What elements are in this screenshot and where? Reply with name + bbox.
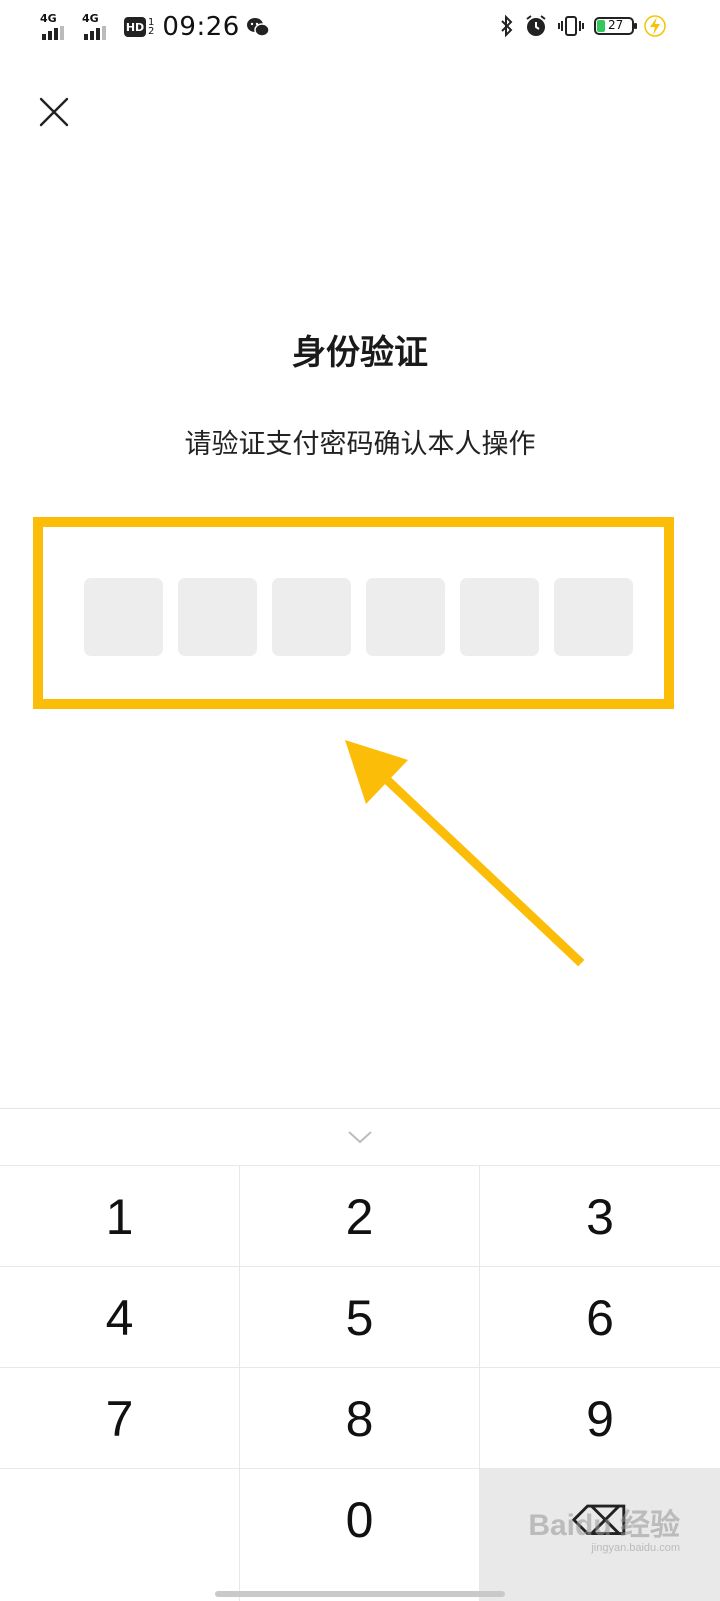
- status-time: 09:26: [162, 12, 240, 42]
- watermark-text: Baidu 经验: [528, 1509, 680, 1542]
- page-title: 身份验证: [292, 333, 428, 373]
- signal-2-icon: 4G: [82, 12, 118, 42]
- battery-level: 27: [608, 18, 624, 32]
- battery-icon: 27: [594, 17, 637, 35]
- pin-cell[interactable]: [366, 578, 445, 656]
- wechat-icon: [246, 18, 270, 37]
- pin-cell[interactable]: [84, 578, 163, 656]
- lightning-icon: [644, 15, 666, 37]
- key-0[interactable]: 0: [240, 1468, 480, 1601]
- annotation-arrow-icon: [345, 740, 585, 967]
- key-7[interactable]: 7: [0, 1367, 240, 1468]
- network-type-1: 4G: [40, 12, 57, 25]
- battery-fill: [597, 20, 605, 32]
- watermark-logo: Baidu 经验 jingyan.baidu.com: [528, 1500, 680, 1554]
- key-6[interactable]: 6: [480, 1266, 720, 1367]
- close-button[interactable]: [36, 94, 72, 130]
- bluetooth-icon: [501, 14, 513, 38]
- collapse-keypad-button[interactable]: [0, 1109, 720, 1165]
- hd-voice-icon: HD: [124, 17, 146, 37]
- page-subtitle: 请验证支付密码确认本人操作: [184, 429, 536, 460]
- status-left: 4G 4G HD 1 2 09:26: [40, 12, 270, 42]
- network-type-2: 4G: [82, 12, 99, 25]
- watermark-sub: jingyan.baidu.com: [591, 1542, 680, 1554]
- pin-cell[interactable]: [178, 578, 257, 656]
- status-right: 27: [500, 14, 666, 38]
- home-indicator[interactable]: [215, 1591, 505, 1597]
- key-empty: [0, 1468, 240, 1601]
- key-9[interactable]: 9: [480, 1367, 720, 1468]
- vibrate-icon: [558, 16, 584, 36]
- key-4[interactable]: 4: [0, 1266, 240, 1367]
- signal-1-icon: 4G: [40, 12, 76, 42]
- key-3[interactable]: 3: [480, 1165, 720, 1266]
- key-5[interactable]: 5: [240, 1266, 480, 1367]
- close-icon: [39, 97, 69, 127]
- hd-sim-indicator: 1 2: [148, 18, 155, 37]
- key-1[interactable]: 1: [0, 1165, 240, 1266]
- pin-cell[interactable]: [554, 578, 633, 656]
- pin-cell[interactable]: [460, 578, 539, 656]
- key-2[interactable]: 2: [240, 1165, 480, 1266]
- key-8[interactable]: 8: [240, 1367, 480, 1468]
- pin-cell[interactable]: [272, 578, 351, 656]
- status-bar: 4G 4G HD 1 2 09:26 27: [0, 0, 720, 60]
- chevron-down-icon: [348, 1131, 372, 1144]
- alarm-icon: [526, 15, 546, 36]
- hd-sim-bottom: 2: [148, 26, 155, 37]
- pin-input[interactable]: [84, 578, 633, 656]
